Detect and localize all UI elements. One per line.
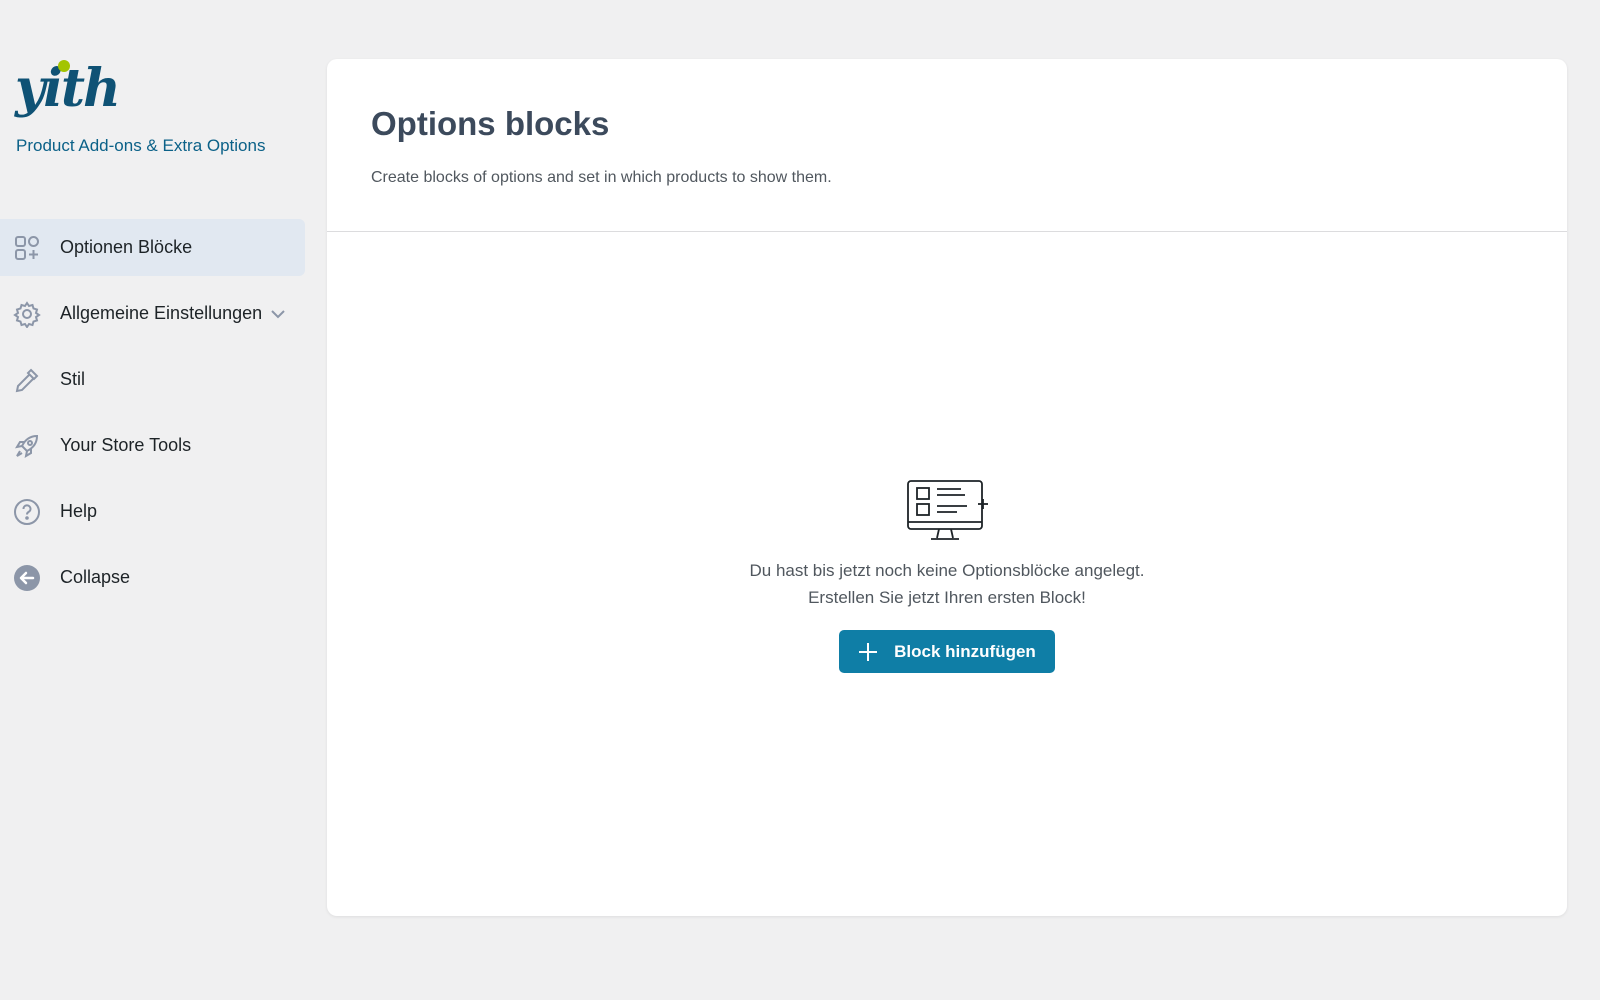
sidebar-item-collapse[interactable]: Collapse — [0, 549, 305, 606]
empty-state-cta-text: Erstellen Sie jetzt Ihren ersten Block! — [808, 588, 1086, 607]
logo-dot — [58, 60, 70, 72]
sidebar-item-help[interactable]: Help — [0, 483, 305, 540]
main-panel: Options blocks Create blocks of options … — [327, 59, 1567, 916]
sidebar-item-label: Your Store Tools — [60, 435, 192, 455]
sidebar-item-store-tools[interactable]: Your Store Tools — [0, 417, 305, 474]
sidebar-item-label: Stil — [60, 369, 86, 389]
yith-logo[interactable]: yith — [15, 52, 121, 126]
gear-icon — [13, 300, 41, 328]
sidebar-item-label: Collapse — [60, 567, 131, 587]
sidebar-item-general-settings[interactable]: Allgemeine Einstellungen — [0, 285, 305, 342]
pipette-icon — [13, 366, 41, 394]
sidebar-item-style[interactable]: Stil — [0, 351, 305, 408]
sidebar-item-label: Help — [60, 501, 98, 521]
plus-icon — [858, 642, 878, 662]
add-block-button-label: Block hinzufügen — [894, 641, 1036, 661]
plugin-name: Product Add-ons & Extra Options — [16, 136, 266, 155]
chevron-down-icon[interactable] — [270, 306, 286, 322]
sidebar: yith Product Add-ons & Extra Options Opt… — [0, 0, 305, 1000]
help-icon — [13, 498, 41, 526]
monitor-list-icon — [905, 479, 989, 543]
add-block-button[interactable]: Block hinzufügen — [839, 630, 1055, 673]
blocks-icon — [13, 234, 41, 262]
sidebar-item-label: Allgemeine Einstellungen — [60, 303, 263, 323]
panel-header: Options blocks Create blocks of options … — [327, 59, 1567, 232]
page-title: Options blocks — [371, 105, 610, 142]
empty-state-message: Du hast bis jetzt noch keine Optionsblöc… — [749, 561, 1145, 580]
sidebar-nav: Optionen Blöcke Allgemeine Einstellungen — [0, 219, 305, 615]
sidebar-item-options-blocks[interactable]: Optionen Blöcke — [0, 219, 305, 276]
page-description: Create blocks of options and set in whic… — [371, 169, 832, 186]
empty-state: Du hast bis jetzt noch keine Optionsblöc… — [327, 479, 1567, 673]
sidebar-item-label: Optionen Blöcke — [60, 237, 193, 257]
rocket-icon — [13, 432, 41, 460]
collapse-arrow-icon — [13, 564, 41, 592]
